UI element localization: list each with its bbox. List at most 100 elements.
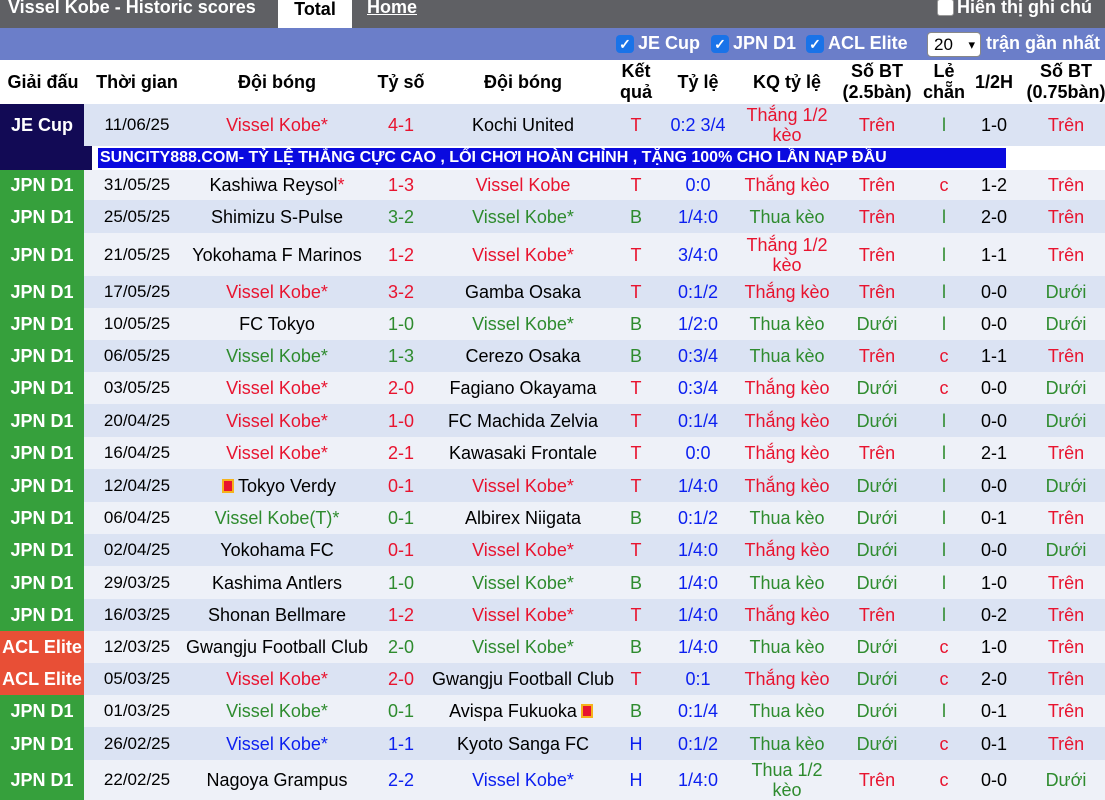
match-score[interactable]: 1-0 [374,404,428,437]
table-row[interactable]: JPN D1 16/03/25 Shonan Bellmare 1-2 Vissel K… [0,599,1105,631]
ad-banner[interactable]: SUNCITY888.COM- TỶ LỆ THẮNG CỰC CAO , LỐ… [98,148,1006,168]
table-row[interactable]: JPN D1 03/05/25 Vissel Kobe* 2-0 Fagiano Oka… [0,372,1105,404]
away-team[interactable]: Kawasaki Frontale [423,437,623,469]
away-team[interactable]: Vissel Kobe* [423,534,623,566]
away-team[interactable]: Cerezo Osaka [423,340,623,372]
home-team[interactable]: Vissel Kobe* [177,437,377,469]
match-score[interactable]: 1-3 [374,170,428,200]
table-row[interactable]: JPN D1 10/05/25 FC Tokyo 1-0 Vissel Kobe* B 1/… [0,308,1105,340]
match-score[interactable]: 2-1 [374,437,428,469]
away-team[interactable]: Vissel Kobe* [423,566,623,599]
competition-badge[interactable]: JPN D1 [0,566,84,599]
home-team[interactable]: Vissel Kobe* [177,727,377,760]
away-team[interactable]: Vissel Kobe* [423,308,623,340]
table-row[interactable]: ACL Elite 05/03/25 Vissel Kobe* 2-0 Gwangju … [0,663,1105,695]
competition-badge[interactable]: JPN D1 [0,760,84,800]
competition-badge[interactable]: ACL Elite [0,631,84,663]
home-team[interactable]: Vissel Kobe* [177,404,377,437]
recent-count-select[interactable]: 20 ▾ [927,32,981,57]
match-score[interactable]: 0-1 [374,502,428,534]
away-team[interactable]: Vissel Kobe* [423,200,623,233]
table-row[interactable]: JE Cup 11/06/25 Vissel Kobe* 4-1 Kochi Unite… [0,104,1105,146]
competition-badge[interactable]: JPN D1 [0,437,84,469]
competition-badge[interactable]: JPN D1 [0,276,84,308]
away-team[interactable]: Fagiano Okayama [423,372,623,404]
table-row[interactable]: JPN D1 31/05/25 Kashiwa Reysol * 1-3 Vissel K… [0,170,1105,200]
filter-jpn-d1[interactable]: ✓ JPN D1 [711,33,796,54]
home-team[interactable]: Vissel Kobe* [177,372,377,404]
table-row[interactable]: JPN D1 21/05/25 Yokohama F Marinos 1-2 Visse… [0,233,1105,276]
match-score[interactable]: 1-0 [374,308,428,340]
table-row[interactable]: JPN D1 06/05/25 Vissel Kobe* 1-3 Cerezo Osak… [0,340,1105,372]
table-row[interactable]: JPN D1 06/04/25 Vissel Kobe(T)* 0-1 Albirex … [0,502,1105,534]
competition-badge[interactable]: JPN D1 [0,308,84,340]
match-score[interactable]: 0-1 [374,534,428,566]
competition-badge[interactable]: JPN D1 [0,200,84,233]
show-notes-toggle[interactable]: Hiển thị ghi chú [937,0,1092,18]
check-icon[interactable]: ✓ [806,34,824,53]
match-score[interactable]: 0-1 [374,469,428,502]
table-row[interactable]: ACL Elite 12/03/25 Gwangju Football Club 2-… [0,631,1105,663]
home-team[interactable]: Yokohama F Marinos [177,233,377,276]
away-team[interactable]: FC Machida Zelvia [423,404,623,437]
competition-badge[interactable]: JPN D1 [0,233,84,276]
competition-badge[interactable]: JPN D1 [0,170,84,200]
home-team[interactable]: Vissel Kobe* [177,276,377,308]
match-score[interactable]: 1-2 [374,233,428,276]
competition-badge[interactable]: JPN D1 [0,404,84,437]
home-team[interactable]: Vissel Kobe* [177,104,377,146]
competition-badge[interactable]: JPN D1 [0,340,84,372]
away-team[interactable]: Kochi United [423,104,623,146]
match-score[interactable]: 2-2 [374,760,428,800]
away-team[interactable]: Vissel Kobe* [423,469,623,502]
filter-acl-elite[interactable]: ✓ ACL Elite [806,33,908,54]
competition-badge[interactable]: JPN D1 [0,372,84,404]
competition-badge[interactable]: JPN D1 [0,599,84,631]
home-team[interactable]: Kashima Antlers [177,566,377,599]
away-team[interactable]: Vissel Kobe* [423,233,623,276]
check-icon[interactable]: ✓ [616,34,634,53]
home-team[interactable]: Shimizu S-Pulse [177,200,377,233]
home-team[interactable]: Yokohama FC [177,534,377,566]
tab-total[interactable]: Total [278,0,352,28]
home-team[interactable]: Vissel Kobe* [177,340,377,372]
match-score[interactable]: 0-1 [374,695,428,727]
home-team[interactable]: Gwangju Football Club [177,631,377,663]
table-row[interactable]: JPN D1 22/02/25 Nagoya Grampus 2-2 Vissel Ko… [0,760,1105,800]
home-team[interactable]: FC Tokyo [177,308,377,340]
table-row[interactable]: JPN D1 26/02/25 Vissel Kobe* 1-1 Kyoto Sanga… [0,727,1105,760]
match-score[interactable]: 2-0 [374,631,428,663]
away-team[interactable]: Vissel Kobe* [423,760,623,800]
competition-badge[interactable]: JPN D1 [0,469,84,502]
competition-badge[interactable]: JPN D1 [0,727,84,760]
table-row[interactable]: JPN D1 16/04/25 Vissel Kobe* 2-1 Kawasaki Fr… [0,437,1105,469]
home-team[interactable]: Vissel Kobe* [177,695,377,727]
table-row[interactable]: JPN D1 25/05/25 Shimizu S-Pulse 3-2 Vissel K… [0,200,1105,233]
away-team[interactable]: Gamba Osaka [423,276,623,308]
table-row[interactable]: JPN D1 20/04/25 Vissel Kobe* 1-0 FC Machida … [0,404,1105,437]
match-score[interactable]: 2-0 [374,663,428,695]
home-team[interactable]: Nagoya Grampus [177,760,377,800]
tab-home[interactable]: Home [367,0,417,18]
table-row[interactable]: JPN D1 17/05/25 Vissel Kobe* 3-2 Gamba Osaka… [0,276,1105,308]
match-score[interactable]: 1-0 [374,566,428,599]
away-team[interactable]: Vissel Kobe* [423,599,623,631]
table-row[interactable]: JPN D1 01/03/25 Vissel Kobe* 0-1 Avispa Fuku… [0,695,1105,727]
match-score[interactable]: 4-1 [374,104,428,146]
match-score[interactable]: 1-2 [374,599,428,631]
away-team[interactable]: Kyoto Sanga FC [423,727,623,760]
competition-badge[interactable]: JPN D1 [0,695,84,727]
home-team[interactable]: Shonan Bellmare [177,599,377,631]
show-notes-checkbox[interactable] [937,0,954,16]
away-team[interactable]: Avispa Fukuoka [423,695,623,727]
table-row[interactable]: JPN D1 02/04/25 Yokohama FC 0-1 Vissel Kobe*… [0,534,1105,566]
check-icon[interactable]: ✓ [711,34,729,53]
away-team[interactable]: Vissel Kobe* [423,631,623,663]
filter-je-cup[interactable]: ✓ JE Cup [616,33,700,54]
home-team[interactable]: Kashiwa Reysol * [177,170,377,200]
away-team[interactable]: Vissel Kobe [423,170,623,200]
away-team[interactable]: Gwangju Football Club [423,663,623,695]
match-score[interactable]: 3-2 [374,200,428,233]
table-row[interactable]: JPN D1 12/04/25 Tokyo Verdy 0-1 Vissel Kobe*… [0,469,1105,502]
away-team[interactable]: Albirex Niigata [423,502,623,534]
